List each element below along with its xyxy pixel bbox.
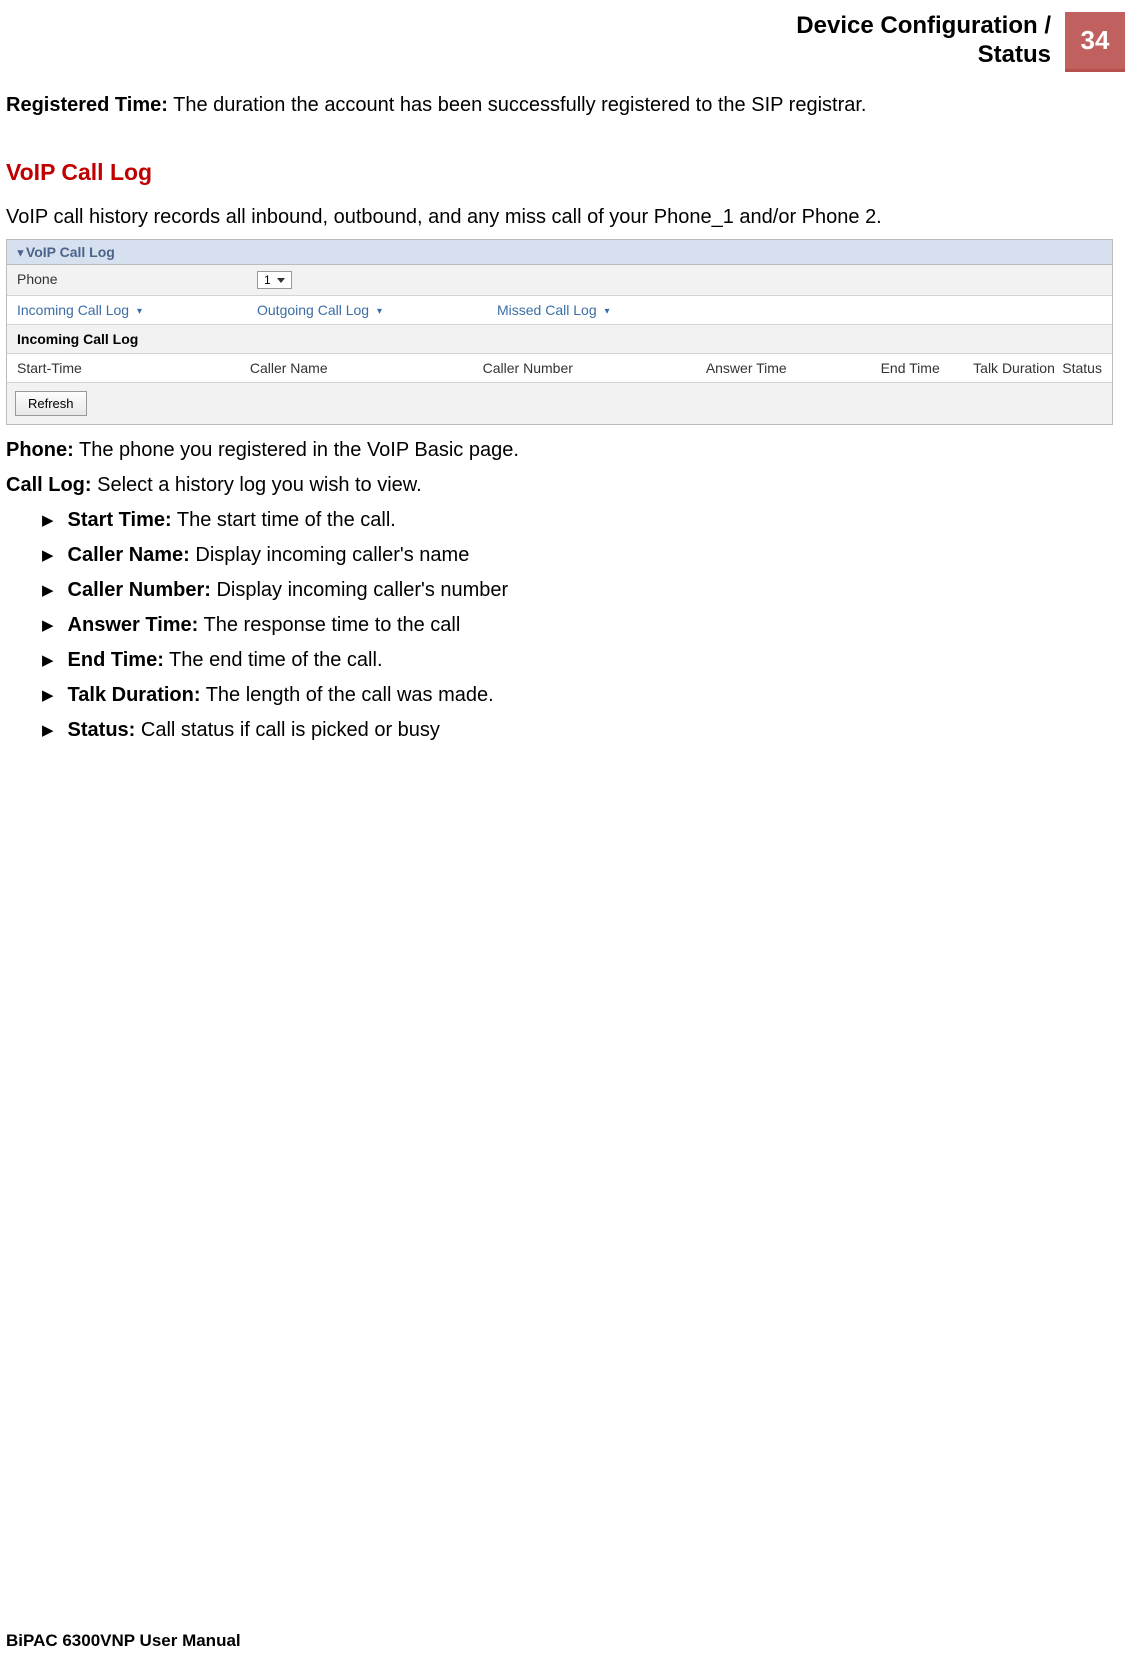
page-number: 34 bbox=[1081, 25, 1110, 56]
chevron-down-icon: ▼ bbox=[15, 247, 26, 259]
bullet-desc: Call status if call is picked or busy bbox=[135, 719, 440, 741]
col-end-time: End Time bbox=[871, 354, 964, 382]
tab-missed-label: Missed Call Log bbox=[497, 302, 597, 318]
phone-label: Phone bbox=[7, 265, 247, 295]
list-item-text: Caller Name: Display incoming caller's n… bbox=[68, 542, 470, 569]
tab-outgoing[interactable]: Outgoing Call Log ▾ bbox=[247, 296, 487, 324]
header-title: Device Configuration / Status bbox=[796, 12, 1065, 70]
phone-select[interactable]: 1 bbox=[257, 271, 292, 289]
col-start-time: Start-Time bbox=[7, 354, 240, 382]
registered-time-label: Registered Time: bbox=[6, 94, 168, 116]
tab-incoming[interactable]: Incoming Call Log ▾ bbox=[7, 296, 247, 324]
calllog-field-desc: Select a history log you wish to view. bbox=[92, 474, 422, 496]
phone-field-label: Phone: bbox=[6, 439, 74, 461]
bullet-desc: The length of the call was made. bbox=[201, 684, 494, 706]
bullet-desc: The start time of the call. bbox=[172, 509, 396, 531]
col-answer-time: Answer Time bbox=[696, 354, 871, 382]
tab-missed[interactable]: Missed Call Log ▾ bbox=[487, 296, 1112, 324]
phone-select-value: 1 bbox=[264, 273, 271, 287]
bullet-desc: Display incoming caller's name bbox=[190, 544, 469, 566]
list-item-text: Start Time: The start time of the call. bbox=[68, 507, 396, 534]
bullet-label: Caller Name: bbox=[68, 544, 190, 566]
bullet-label: End Time: bbox=[68, 649, 164, 671]
tab-outgoing-label: Outgoing Call Log bbox=[257, 302, 369, 318]
chevron-down-icon: ▾ bbox=[605, 306, 610, 317]
list-item-text: End Time: The end time of the call. bbox=[68, 647, 383, 674]
registered-time-desc: The duration the account has been succes… bbox=[168, 94, 867, 116]
refresh-button[interactable]: Refresh bbox=[15, 391, 87, 416]
chevron-down-icon: ▾ bbox=[377, 306, 382, 317]
col-caller-name: Caller Name bbox=[240, 354, 473, 382]
list-item-text: Answer Time: The response time to the ca… bbox=[68, 612, 461, 639]
col-caller-number: Caller Number bbox=[473, 354, 696, 382]
triangle-bullet-icon: ▶ bbox=[42, 511, 54, 531]
triangle-bullet-icon: ▶ bbox=[42, 546, 54, 566]
columns-row: Start-Time Caller Name Caller Number Ans… bbox=[7, 354, 1112, 383]
list-item-text: Status: Call status if call is picked or… bbox=[68, 717, 440, 744]
bullet-label: Answer Time: bbox=[68, 614, 199, 636]
bullet-desc: The end time of the call. bbox=[164, 649, 383, 671]
footer-manual-title: BiPAC 6300VNP User Manual bbox=[6, 1631, 241, 1651]
voip-intro-para: VoIP call history records all inbound, o… bbox=[6, 204, 1113, 231]
section-title-voip-call-log: VoIP Call Log bbox=[6, 159, 1113, 186]
phone-field-para: Phone: The phone you registered in the V… bbox=[6, 437, 1113, 464]
triangle-bullet-icon: ▶ bbox=[42, 651, 54, 671]
list-item: ▶ Start Time: The start time of the call… bbox=[42, 507, 1113, 534]
phone-row: Phone 1 bbox=[7, 265, 1112, 296]
list-item-text: Caller Number: Display incoming caller's… bbox=[68, 577, 509, 604]
triangle-bullet-icon: ▶ bbox=[42, 686, 54, 706]
chevron-down-icon: ▾ bbox=[137, 306, 142, 317]
phone-field-desc: The phone you registered in the VoIP Bas… bbox=[74, 439, 519, 461]
panel-title: ▼VoIP Call Log bbox=[7, 240, 1112, 265]
header-title-line1: Device Configuration / bbox=[796, 12, 1051, 39]
list-item: ▶ Answer Time: The response time to the … bbox=[42, 612, 1113, 639]
subheader-row: Incoming Call Log bbox=[7, 325, 1112, 354]
calllog-field-para: Call Log: Select a history log you wish … bbox=[6, 472, 1113, 499]
header-title-line2: Status bbox=[978, 41, 1051, 68]
subheader-label: Incoming Call Log bbox=[7, 325, 1112, 353]
bullet-desc: Display incoming caller's number bbox=[211, 579, 508, 601]
voip-call-log-panel: ▼VoIP Call Log Phone 1 Incoming Call Log… bbox=[6, 239, 1113, 425]
col-status: Status bbox=[1060, 354, 1112, 382]
bullet-list: ▶ Start Time: The start time of the call… bbox=[42, 507, 1113, 744]
list-item-text: Talk Duration: The length of the call wa… bbox=[68, 682, 494, 709]
col-talk-duration: Talk Duration bbox=[963, 354, 1060, 382]
tab-incoming-label: Incoming Call Log bbox=[17, 302, 129, 318]
calllog-field-label: Call Log: bbox=[6, 474, 92, 496]
bullet-label: Start Time: bbox=[68, 509, 172, 531]
panel-title-text: VoIP Call Log bbox=[26, 244, 115, 260]
list-item: ▶ Caller Number: Display incoming caller… bbox=[42, 577, 1113, 604]
bullet-label: Caller Number: bbox=[68, 579, 211, 601]
bullet-label: Status: bbox=[68, 719, 136, 741]
list-item: ▶ End Time: The end time of the call. bbox=[42, 647, 1113, 674]
page-header: Device Configuration / Status 34 bbox=[0, 0, 1125, 72]
chevron-down-icon bbox=[277, 278, 285, 283]
page-number-badge: 34 bbox=[1065, 12, 1125, 72]
triangle-bullet-icon: ▶ bbox=[42, 581, 54, 601]
phone-select-cell: 1 bbox=[247, 265, 302, 295]
registered-time-para: Registered Time: The duration the accoun… bbox=[6, 92, 1113, 119]
list-item: ▶ Status: Call status if call is picked … bbox=[42, 717, 1113, 744]
triangle-bullet-icon: ▶ bbox=[42, 616, 54, 636]
list-item: ▶ Caller Name: Display incoming caller's… bbox=[42, 542, 1113, 569]
tabs-row: Incoming Call Log ▾ Outgoing Call Log ▾ … bbox=[7, 296, 1112, 325]
list-item: ▶ Talk Duration: The length of the call … bbox=[42, 682, 1113, 709]
bullet-label: Talk Duration: bbox=[68, 684, 201, 706]
bullet-desc: The response time to the call bbox=[198, 614, 460, 636]
refresh-row: Refresh bbox=[7, 383, 1112, 424]
triangle-bullet-icon: ▶ bbox=[42, 721, 54, 741]
